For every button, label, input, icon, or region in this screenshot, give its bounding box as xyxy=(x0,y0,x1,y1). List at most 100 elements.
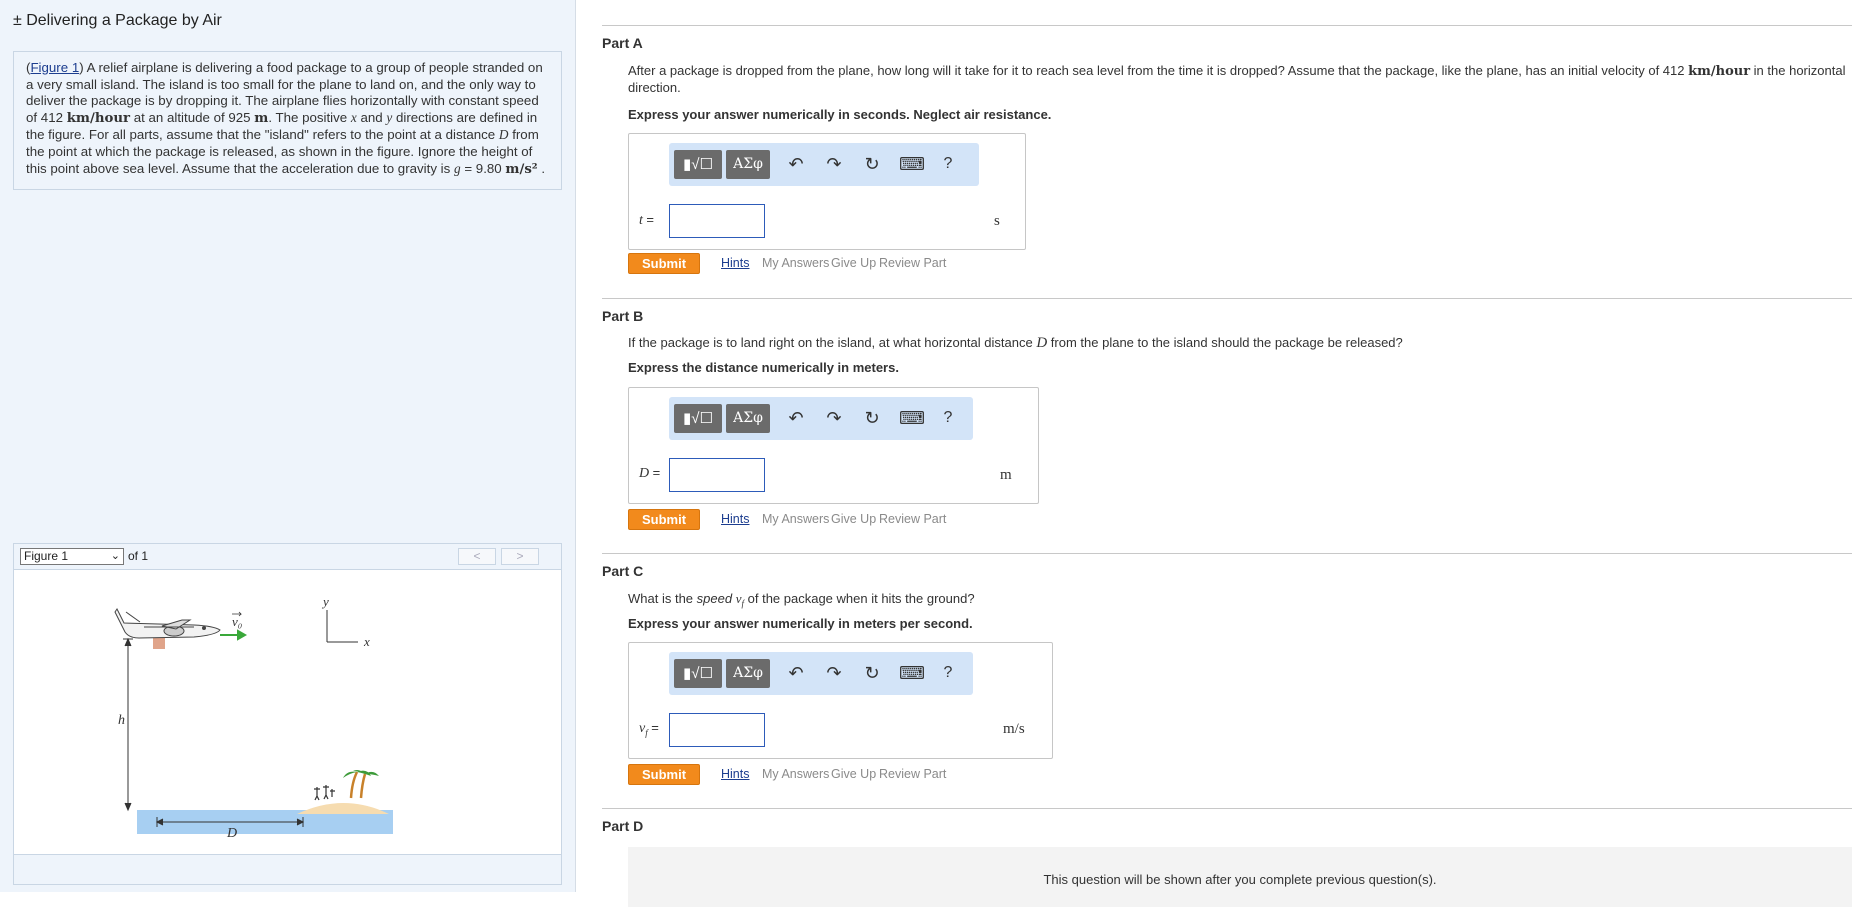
d-symbol: D xyxy=(498,127,509,143)
x-axis-label: x xyxy=(363,634,370,649)
keyboard-icon[interactable]: ⌨ xyxy=(899,151,925,177)
part-a-question-unit: km/hour xyxy=(1688,64,1751,79)
part-b-review-part-link[interactable]: Review Part xyxy=(879,512,946,526)
part-c-var-sub: f xyxy=(645,727,648,738)
math-toolbar: ▮√☐ ΑΣφ ↶ ↷ ↻ ⌨ ? xyxy=(669,397,973,440)
figure-link[interactable]: Figure 1 xyxy=(30,60,79,75)
undo-icon[interactable]: ↶ xyxy=(785,660,807,686)
part-b: Part B If the package is to land right o… xyxy=(602,298,1852,553)
part-b-submit-button[interactable]: Submit xyxy=(628,509,700,530)
templates-button[interactable]: ▮√☐ xyxy=(674,659,722,688)
part-c-my-answers-link[interactable]: My Answers xyxy=(762,767,829,781)
island-shape xyxy=(297,803,389,814)
help-icon[interactable]: ? xyxy=(937,405,959,431)
problem-panel: ± Delivering a Package by Air (Figure 1)… xyxy=(0,0,576,892)
part-c: Part C What is the speed vf of the packa… xyxy=(602,553,1852,808)
figure-select[interactable]: Figure 1 ⌄ xyxy=(20,548,124,565)
problem-text-6: . xyxy=(541,160,546,176)
part-b-label: Part B xyxy=(602,308,644,324)
speed-unit: km/hour xyxy=(66,110,131,126)
part-a-answer-input[interactable] xyxy=(669,204,765,238)
part-c-hints-link[interactable]: Hints xyxy=(721,767,749,781)
symbols-button[interactable]: ΑΣφ xyxy=(726,404,770,433)
part-b-question-text-1: If the package is to land right on the i… xyxy=(628,335,1033,350)
y-axis-label: y xyxy=(321,594,329,609)
redo-icon[interactable]: ↷ xyxy=(823,405,845,431)
part-c-give-up-link[interactable]: Give Up xyxy=(831,767,876,781)
prev-figure-button[interactable]: < xyxy=(458,548,496,565)
undo-icon[interactable]: ↶ xyxy=(785,151,807,177)
templates-button[interactable]: ▮√☐ xyxy=(674,150,722,179)
part-c-question-text-1: What is the xyxy=(628,591,694,606)
part-a-question: After a package is dropped from the plan… xyxy=(628,63,1850,96)
part-b-give-up-link[interactable]: Give Up xyxy=(831,512,876,526)
g-symbol: g xyxy=(453,160,461,176)
figure-toolbar: Figure 1 ⌄ of 1 < > xyxy=(13,543,562,569)
package-icon xyxy=(153,637,165,649)
help-icon[interactable]: ? xyxy=(937,151,959,177)
equals-sign: = xyxy=(652,465,661,480)
template-icon: ▮√☐ xyxy=(683,410,713,427)
part-b-my-answers-link[interactable]: My Answers xyxy=(762,512,829,526)
keyboard-icon[interactable]: ⌨ xyxy=(899,660,925,686)
redo-icon[interactable]: ↷ xyxy=(823,151,845,177)
part-c-instruction: Express your answer numerically in meter… xyxy=(628,616,973,631)
reset-icon[interactable]: ↻ xyxy=(861,151,883,177)
part-b-var-symbol: D xyxy=(639,466,650,481)
y-symbol: y xyxy=(386,109,393,125)
redo-icon[interactable]: ↷ xyxy=(823,660,845,686)
equals-sign: = xyxy=(646,212,654,227)
part-b-question-var: D xyxy=(1036,335,1048,351)
reset-icon[interactable]: ↻ xyxy=(861,660,883,686)
part-d-locked-message: This question will be shown after you co… xyxy=(628,847,1852,907)
part-c-question: What is the speed vf of the package when… xyxy=(628,591,1850,612)
part-c-answer-input[interactable] xyxy=(669,713,765,747)
part-a-hints-link[interactable]: Hints xyxy=(721,256,749,270)
part-a: Part A After a package is dropped from t… xyxy=(602,25,1852,298)
figure-select-value: Figure 1 xyxy=(24,549,69,563)
part-a-actions: Submit Hints My Answers Give Up Review P… xyxy=(628,253,1028,275)
reset-icon[interactable]: ↻ xyxy=(861,405,883,431)
g-unit: m/s² xyxy=(505,161,538,177)
part-a-answer-box: ▮√☐ ΑΣφ ↶ ↷ ↻ ⌨ ? t = s xyxy=(628,133,1026,250)
airplane-icon xyxy=(114,608,221,639)
keyboard-icon[interactable]: ⌨ xyxy=(899,405,925,431)
part-a-give-up-link[interactable]: Give Up xyxy=(831,256,876,270)
v0-label: v₀ xyxy=(232,614,242,629)
undo-icon[interactable]: ↶ xyxy=(785,405,807,431)
palm-trees-icon xyxy=(349,771,367,799)
altitude-unit: m xyxy=(254,110,269,126)
help-icon[interactable]: ? xyxy=(937,660,959,686)
part-a-review-part-link[interactable]: Review Part xyxy=(879,256,946,270)
x-symbol: x xyxy=(350,109,357,125)
symbols-button[interactable]: ΑΣφ xyxy=(726,150,770,179)
part-b-answer-input[interactable] xyxy=(669,458,765,492)
problem-text-3: . The positive xyxy=(268,109,348,125)
chevron-down-icon: ⌄ xyxy=(110,550,120,562)
part-b-hints-link[interactable]: Hints xyxy=(721,512,749,526)
problem-statement: (Figure 1) A relief airplane is deliveri… xyxy=(13,51,562,190)
part-c-question-var: vf xyxy=(736,591,744,609)
next-figure-button[interactable]: > xyxy=(501,548,539,565)
h-label: h xyxy=(118,713,125,728)
questions-panel: Part A After a package is dropped from t… xyxy=(577,0,1852,907)
equals-sign: = xyxy=(651,720,659,735)
part-b-question-text-2: from the plane to the island should the … xyxy=(1050,335,1403,350)
symbols-button[interactable]: ΑΣφ xyxy=(726,659,770,688)
part-c-review-part-link[interactable]: Review Part xyxy=(879,767,946,781)
part-c-unit: m/s xyxy=(1003,721,1025,737)
part-a-my-answers-link[interactable]: My Answers xyxy=(762,256,829,270)
figure-canvas: v₀ y x h D xyxy=(13,569,562,855)
template-icon: ▮√☐ xyxy=(683,665,713,682)
part-a-label: Part A xyxy=(602,35,643,51)
part-c-question-var-sub: f xyxy=(741,598,744,609)
people-icon xyxy=(314,785,335,801)
part-b-actions: Submit Hints My Answers Give Up Review P… xyxy=(628,509,1028,531)
part-c-submit-button[interactable]: Submit xyxy=(628,764,700,785)
speed-value: 412 xyxy=(40,109,63,125)
template-icon: ▮√☐ xyxy=(683,156,713,173)
part-a-submit-button[interactable]: Submit xyxy=(628,253,700,274)
part-c-question-emphasis: speed xyxy=(696,591,733,606)
part-a-question-text-1: After a package is dropped from the plan… xyxy=(628,63,1685,78)
templates-button[interactable]: ▮√☐ xyxy=(674,404,722,433)
